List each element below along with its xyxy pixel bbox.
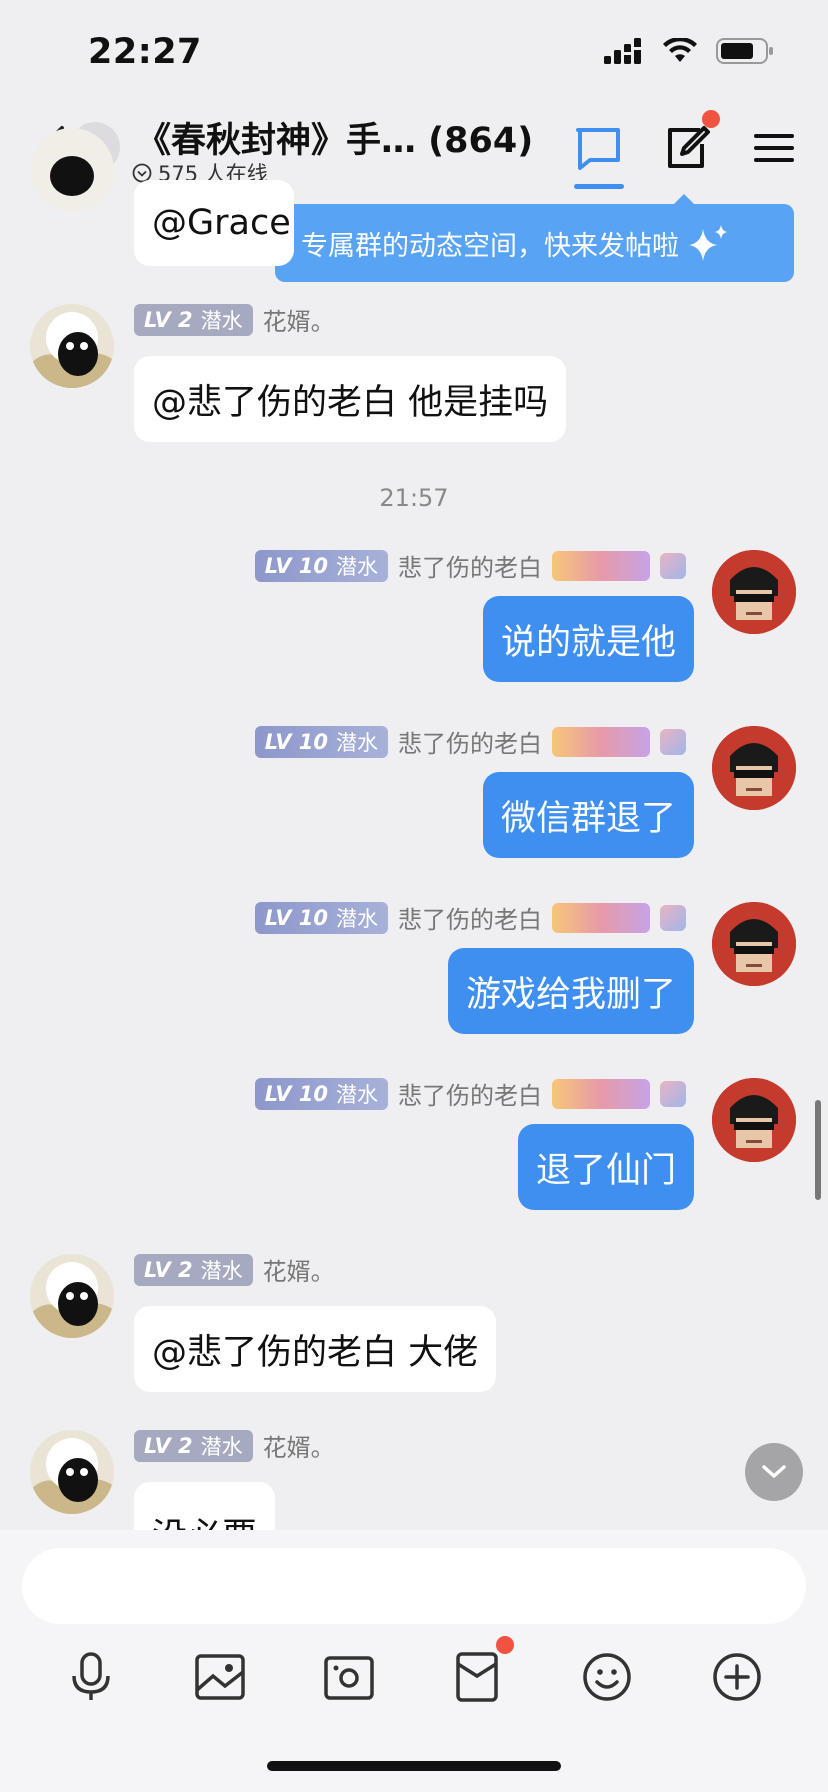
tooltip-text: 专属群的动态空间，快来发帖啦: [301, 230, 679, 262]
message-bubble[interactable]: 退了仙门: [517, 1124, 694, 1210]
message-bubble[interactable]: @悲了伤的老白 他是挂吗: [134, 356, 567, 442]
time-separator: 21:57: [379, 484, 449, 512]
level-label: LV 10: [264, 1081, 328, 1106]
level-label: LV 2: [144, 1433, 193, 1458]
avatar[interactable]: [712, 726, 796, 810]
role-label: 潜水: [200, 1434, 243, 1459]
level-label: LV 2: [144, 307, 193, 332]
level-badge: LV 2 潜水: [134, 303, 253, 336]
cellular-signal-icon: [604, 38, 641, 64]
message-text: @悲了伤的老白 大佬: [152, 1332, 479, 1373]
cube-badge: [660, 728, 686, 755]
message-meta: LV 10 潜水 悲了伤的老白: [254, 724, 686, 759]
message-meta: LV 10 潜水 悲了伤的老白: [254, 900, 686, 935]
level-label: LV 10: [264, 905, 328, 930]
message-text: 微信群退了: [500, 798, 676, 839]
message-meta: LV 10 潜水 悲了伤的老白: [254, 1076, 686, 1111]
message-text: 游戏给我删了: [465, 974, 676, 1015]
title-badge: [552, 1078, 650, 1109]
pixel-avatar-icon: [712, 1078, 796, 1162]
message-meta: LV 2 潜水 花婿。: [134, 1252, 335, 1287]
avatar[interactable]: [712, 902, 796, 986]
message-text: @Grace: [152, 203, 291, 243]
message-input[interactable]: [22, 1548, 806, 1624]
message-text: @悲了伤的老白 他是挂吗: [152, 382, 549, 423]
cube-badge: [660, 904, 686, 931]
message-bubble[interactable]: 微信群退了: [482, 772, 694, 858]
title-badge: [552, 726, 650, 757]
emoji-icon[interactable]: [580, 1650, 634, 1704]
red-packet-icon[interactable]: [450, 1650, 504, 1704]
message-bubble[interactable]: 说的就是他: [482, 596, 694, 682]
cube-badge: [660, 552, 686, 579]
status-time: 22:27: [88, 32, 202, 72]
sparkle-icon: [689, 225, 727, 261]
avatar[interactable]: [30, 1430, 114, 1514]
sheep-avatar-icon: [30, 1430, 114, 1514]
level-label: LV 2: [144, 1257, 193, 1282]
title-badge: [552, 902, 650, 933]
image-icon[interactable]: [193, 1650, 247, 1704]
level-badge: LV 10 潜水: [254, 1077, 388, 1110]
message-meta: LV 2 潜水 花婿。: [134, 1428, 335, 1463]
message-meta: LV 10 潜水 悲了伤的老白: [254, 548, 686, 583]
message-meta: LV 2 潜水 花婿。: [134, 302, 335, 337]
sheep-avatar-icon: [30, 1254, 114, 1338]
level-badge: LV 2 潜水: [134, 1253, 253, 1286]
microphone-icon[interactable]: [64, 1650, 118, 1704]
role-label: 潜水: [200, 1258, 243, 1283]
sender-name[interactable]: 悲了伤的老白: [398, 724, 542, 759]
avatar[interactable]: [712, 1078, 796, 1162]
sender-name[interactable]: 花婿。: [263, 1252, 335, 1287]
level-label: LV 10: [264, 729, 328, 754]
avatar[interactable]: [30, 1254, 114, 1338]
sender-name[interactable]: 花婿。: [263, 302, 335, 337]
message-bubble[interactable]: @悲了伤的老白 大佬: [134, 1306, 497, 1392]
sender-name[interactable]: 悲了伤的老白: [398, 1076, 542, 1111]
role-label: 潜水: [200, 308, 243, 333]
chevron-down-icon: [762, 1465, 786, 1478]
role-label: 潜水: [336, 730, 378, 755]
battery-icon: [716, 38, 773, 64]
level-badge: LV 10 潜水: [254, 901, 388, 934]
avatar[interactable]: [30, 304, 114, 388]
role-label: 潜水: [336, 1082, 378, 1107]
level-badge: LV 10 潜水: [254, 725, 388, 758]
sender-name[interactable]: 花婿。: [263, 1428, 335, 1463]
avatar[interactable]: [712, 550, 796, 634]
pixel-avatar-icon: [712, 902, 796, 986]
red-packet-notification-dot: [496, 1636, 514, 1654]
sheep-avatar-icon: [30, 304, 114, 388]
sender-name[interactable]: 悲了伤的老白: [398, 548, 542, 583]
cube-badge: [660, 1080, 686, 1107]
level-badge: LV 2 潜水: [134, 1429, 253, 1462]
camera-icon[interactable]: [322, 1650, 376, 1704]
home-indicator[interactable]: [267, 1761, 561, 1771]
title-badge: [552, 550, 650, 581]
plus-icon[interactable]: [710, 1650, 764, 1704]
input-panel: [0, 1530, 828, 1792]
pixel-avatar-icon: [712, 550, 796, 634]
status-bar: 22:27: [0, 0, 828, 104]
message-text: 说的就是他: [500, 622, 676, 663]
scrollbar-thumb[interactable]: [815, 1100, 821, 1200]
message-text: 退了仙门: [535, 1150, 676, 1191]
sender-name[interactable]: 悲了伤的老白: [398, 900, 542, 935]
post-tooltip[interactable]: 专属群的动态空间，快来发帖啦: [275, 204, 794, 282]
role-label: 潜水: [336, 554, 378, 579]
message-bubble[interactable]: 游戏给我删了: [447, 948, 694, 1034]
level-badge: LV 10 潜水: [254, 549, 388, 582]
level-label: LV 10: [264, 553, 328, 578]
status-icons: [604, 38, 774, 64]
pixel-avatar-icon: [712, 726, 796, 810]
role-label: 潜水: [336, 906, 378, 931]
scroll-to-bottom-button[interactable]: [745, 1443, 803, 1501]
wifi-icon: [663, 38, 697, 62]
